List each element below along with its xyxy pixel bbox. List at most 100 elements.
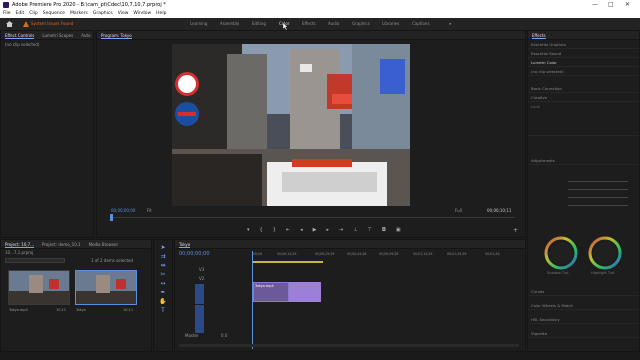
basic-correction-section[interactable]: Basic Correction <box>528 84 639 93</box>
go-to-out-icon[interactable]: ⇥ <box>339 227 343 235</box>
pen-tool-icon[interactable]: ✒ <box>158 289 168 297</box>
timeline-panel: Tokyo 00;00;00;00 00;00 00;00;14;29 00;0… <box>174 239 526 352</box>
timeline-scrollbar[interactable] <box>179 344 519 347</box>
source-patch-v1[interactable] <box>195 284 204 304</box>
adjustment-slider-1[interactable] <box>568 181 628 182</box>
lumetri-no-clip-label: (no clip selected) <box>528 67 639 76</box>
work-area-bar[interactable] <box>253 261 323 263</box>
highlight-tint-wheel[interactable] <box>588 236 622 270</box>
home-icon[interactable] <box>6 21 13 27</box>
menu-edit[interactable]: Edit <box>16 10 25 18</box>
menu-help[interactable]: Help <box>156 10 166 18</box>
add-button-icon[interactable]: + <box>513 227 518 234</box>
system-issues-link[interactable]: System Issues Found <box>31 18 73 30</box>
source-patch-a1[interactable] <box>195 305 204 333</box>
mark-in-icon[interactable]: { <box>260 227 263 235</box>
comparison-view-icon[interactable]: ▣ <box>396 227 401 235</box>
project-item-thumbnail-selected[interactable] <box>75 270 137 305</box>
playhead-timecode[interactable]: 00;00;00;00 <box>111 208 135 214</box>
time-ruler[interactable]: 00;00 00;00;14;29 00;00;29;29 00;00;44;2… <box>251 252 525 261</box>
tab-graphics[interactable]: Graphics <box>352 18 370 30</box>
razor-tool-icon[interactable]: ✂ <box>158 271 168 279</box>
track-label-v2[interactable]: V2 <box>199 276 204 282</box>
close-button[interactable]: ✕ <box>625 0 630 10</box>
essential-graphics-item[interactable]: Essential Graphics <box>528 40 639 49</box>
export-frame-icon[interactable]: ◘ <box>382 227 386 235</box>
ripple-edit-tool-icon[interactable]: ⇹ <box>158 262 168 270</box>
project-search-input[interactable] <box>5 258 65 263</box>
step-back-icon[interactable]: ◂ <box>300 227 303 235</box>
more-workspaces-button[interactable]: » <box>449 18 451 30</box>
tab-libraries[interactable]: Libraries <box>382 18 399 30</box>
adjustment-slider-2[interactable] <box>568 189 628 190</box>
lift-icon[interactable]: ⊥ <box>353 227 357 235</box>
project-item-thumbnail[interactable] <box>8 270 70 305</box>
shadow-tint-wheel[interactable] <box>544 236 578 270</box>
tab-project-current[interactable]: Project: 10,7... <box>5 240 35 248</box>
master-volume[interactable]: 0.0 <box>221 333 227 339</box>
play-icon[interactable]: ▶ <box>313 227 317 235</box>
scrub-bar[interactable] <box>111 217 515 218</box>
menu-file[interactable]: File <box>3 10 11 18</box>
program-title[interactable]: Program: Tokyo <box>101 31 132 39</box>
ruler-label: 00;00;14;29 <box>277 252 297 256</box>
tab-assembly[interactable]: Assembly <box>220 18 239 30</box>
tab-sequence-tokyo[interactable]: Tokyo <box>179 240 191 248</box>
mark-out-icon[interactable]: } <box>273 227 276 235</box>
adjustment-slider-4[interactable] <box>568 205 628 206</box>
video-clip[interactable]: Tokyo.mp4 <box>253 282 289 302</box>
tab-media-browser[interactable]: Media Browser <box>89 240 119 248</box>
look-row[interactable]: Look <box>528 102 639 136</box>
essential-sound-item[interactable]: Essential Sound <box>528 49 639 58</box>
extract-icon[interactable]: ⊤ <box>368 227 372 235</box>
tab-editing[interactable]: Editing <box>252 18 266 30</box>
resolution-select[interactable]: Full <box>455 208 462 214</box>
track-label-v3[interactable]: V3 <box>199 267 204 273</box>
minimize-button[interactable]: — <box>592 0 598 10</box>
menu-window[interactable]: Window <box>133 10 151 18</box>
adjustments-section[interactable]: Adjustments <box>528 156 639 165</box>
slip-tool-icon[interactable]: ↔ <box>158 280 168 288</box>
adjustment-slider-3[interactable] <box>568 197 628 198</box>
menu-clip[interactable]: Clip <box>29 10 38 18</box>
tab-project-demo[interactable]: Project: demo_10,1 <box>42 240 81 248</box>
highlight-tint-label: Highlight Tint <box>591 271 615 275</box>
playhead-marker[interactable] <box>110 214 113 221</box>
tab-effect-controls[interactable]: Effect Controls <box>5 31 35 39</box>
maximize-button[interactable]: □ <box>608 0 614 10</box>
program-monitor-header: Program: Tokyo <box>97 31 525 40</box>
menu-graphics[interactable]: Graphics <box>93 10 113 18</box>
tab-lumetri-scopes[interactable]: Lumetri Scopes <box>42 31 73 39</box>
timeline-timecode[interactable]: 00;00;00;00 <box>179 251 210 257</box>
tab-learning[interactable]: Learning <box>190 18 207 30</box>
selection-count: 1 of 2 items selected <box>91 258 134 263</box>
tab-captions[interactable]: Captions <box>412 18 430 30</box>
creative-section[interactable]: Creative <box>528 93 639 102</box>
vignette-section[interactable]: Vignette <box>528 329 639 338</box>
selection-tool-icon[interactable]: ➤ <box>158 244 168 252</box>
clip-extension[interactable] <box>289 282 321 302</box>
tab-audio[interactable]: Audio <box>328 18 339 30</box>
effects-tab[interactable]: Effects <box>532 31 546 39</box>
video-frame[interactable] <box>172 44 410 206</box>
hand-tool-icon[interactable]: ✋ <box>158 298 168 306</box>
type-tool-icon[interactable]: T <box>158 307 168 315</box>
track-select-tool-icon[interactable]: ⇉ <box>158 253 168 261</box>
menu-markers[interactable]: Markers <box>70 10 88 18</box>
title-bar: Adobe Premiere Pro 2020 - B:\cam_pt\Cdec… <box>0 0 640 10</box>
add-marker-icon[interactable]: ▾ <box>247 227 250 235</box>
item-name: Tokyo.mp4 <box>9 308 28 312</box>
lumetri-color-item[interactable]: Lumetri Color <box>528 58 639 67</box>
curves-section[interactable]: Curves <box>528 287 639 296</box>
color-wheels-section[interactable]: Color Wheels & Match <box>528 301 639 310</box>
menu-sequence[interactable]: Sequence <box>43 10 65 18</box>
hsl-secondary-section[interactable]: HSL Secondary <box>528 315 639 324</box>
warning-icon[interactable] <box>23 21 29 27</box>
tab-audio-clip-mixer[interactable]: Auto <box>81 31 90 39</box>
ruler-label: 00;01;29;29 <box>447 252 467 256</box>
menu-view[interactable]: View <box>118 10 129 18</box>
zoom-level-select[interactable]: Fit <box>147 208 152 214</box>
go-to-in-icon[interactable]: ⇤ <box>286 227 290 235</box>
step-forward-icon[interactable]: ▸ <box>326 227 329 235</box>
tab-effects[interactable]: Effects <box>302 18 316 30</box>
